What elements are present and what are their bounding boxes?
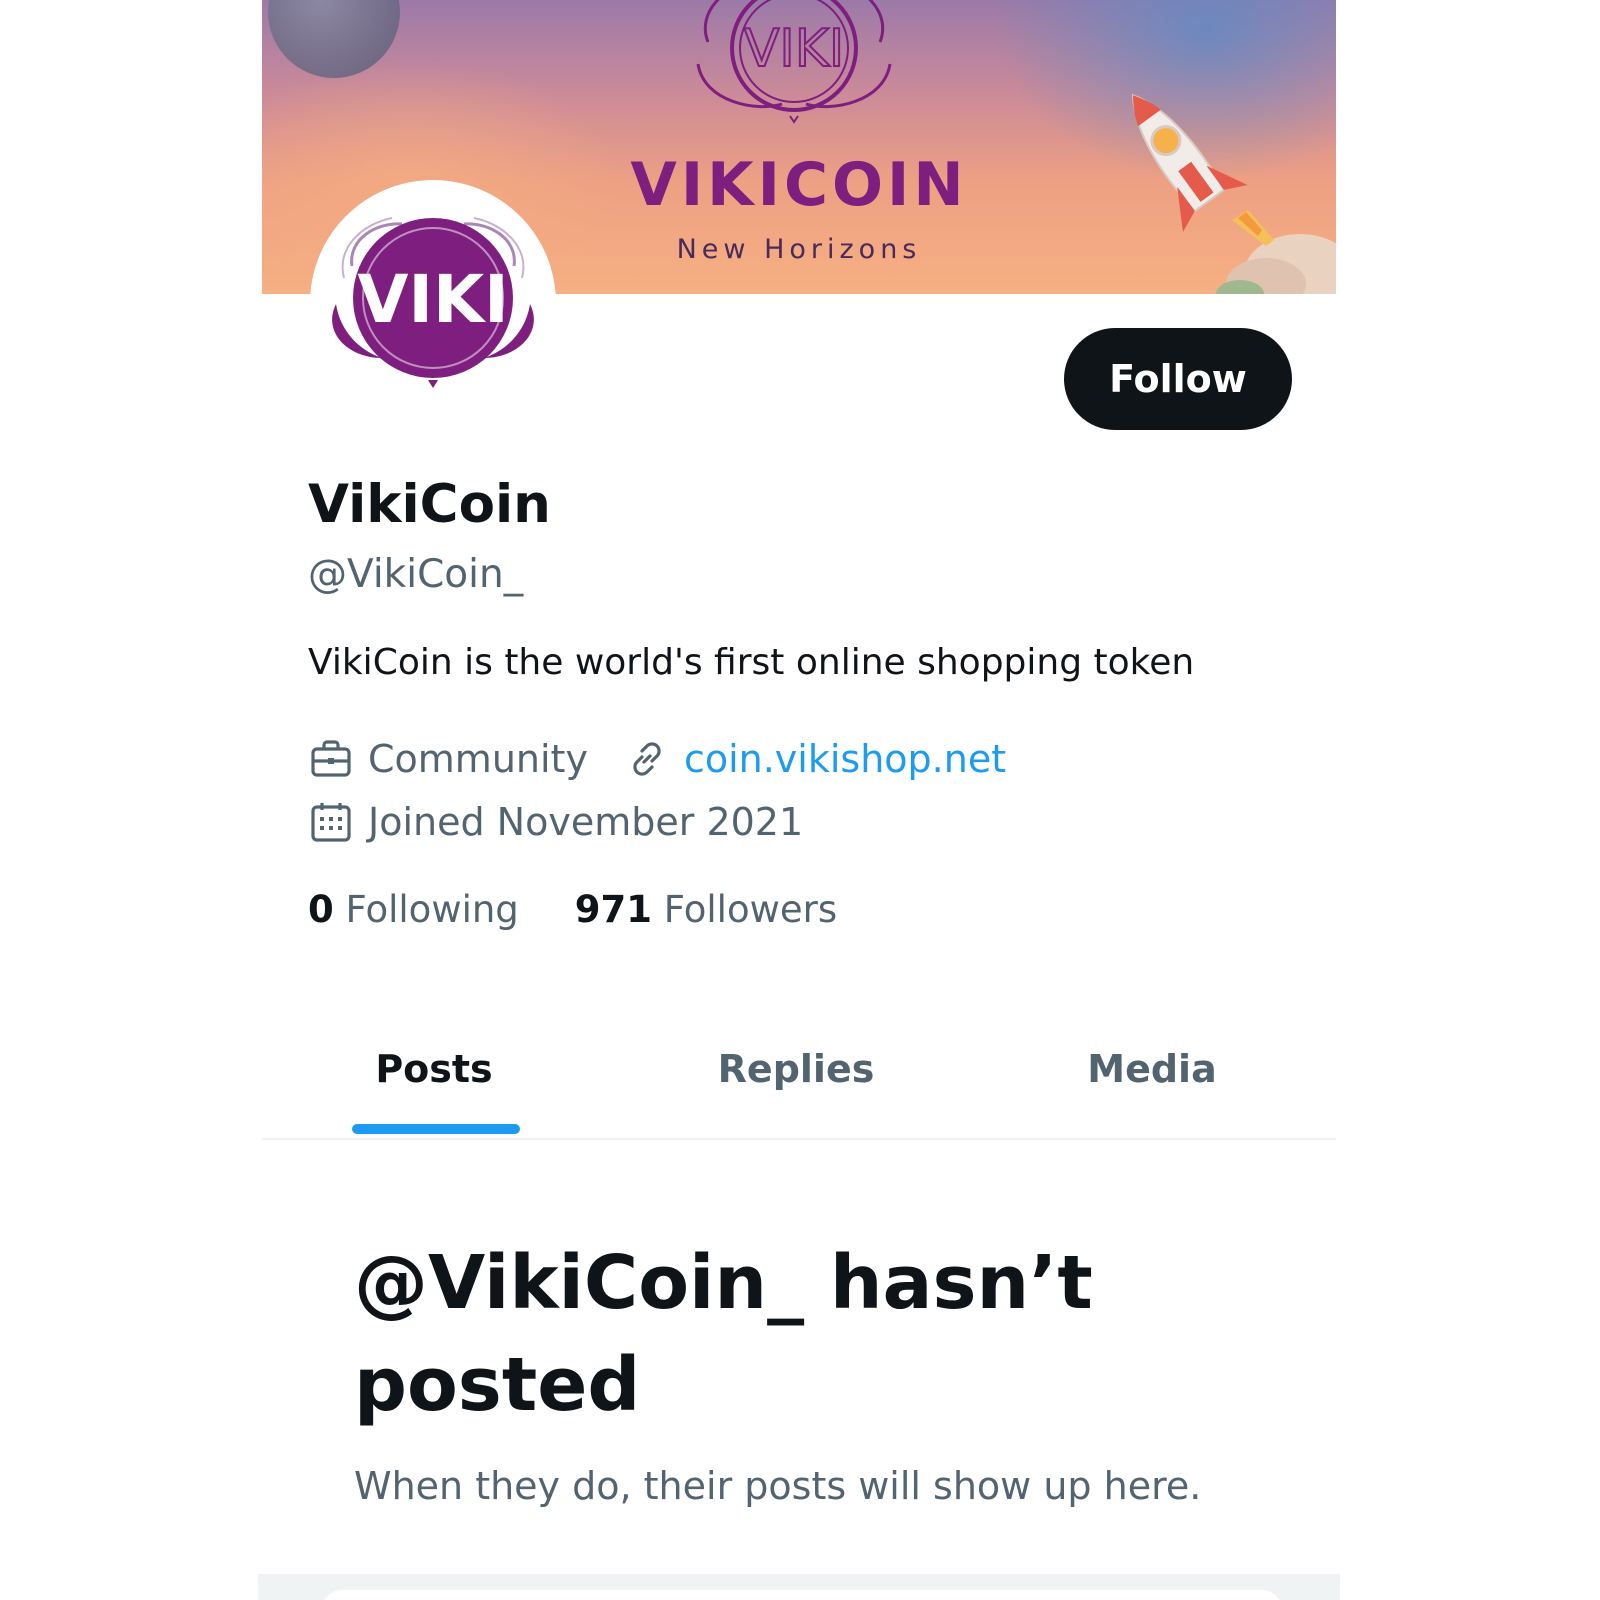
next-card-edge <box>322 1590 1282 1600</box>
profile-column: VIKI VIKICOIN New Horizons VIKI Follow V… <box>258 0 1340 1600</box>
following-label: Following <box>345 888 519 931</box>
page: VIKI VIKICOIN New Horizons VIKI Follow V… <box>0 0 1600 1600</box>
profile-tabs: Posts Replies Media <box>262 1000 1336 1140</box>
tab-replies[interactable]: Replies <box>686 1000 906 1138</box>
user-handle: @VikiCoin_ <box>308 552 524 597</box>
active-tab-indicator <box>352 1124 520 1134</box>
display-name: VikiCoin <box>308 474 551 535</box>
briefcase-icon <box>308 736 354 782</box>
empty-state-title: @VikiCoin_ hasn’t posted <box>354 1240 1093 1428</box>
tab-media[interactable]: Media <box>1042 1000 1262 1138</box>
followers-label: Followers <box>663 888 838 931</box>
followers-count-link[interactable]: 971 Followers <box>575 888 837 931</box>
following-count: 0 <box>308 888 334 931</box>
calendar-icon <box>308 799 354 845</box>
profile-category: Community <box>368 737 588 781</box>
following-count-link[interactable]: 0 Following <box>308 888 519 931</box>
banner-emblem-logo: VIKI <box>696 0 892 124</box>
link-icon <box>624 736 670 782</box>
follow-counts: 0 Following 971 Followers <box>308 888 837 931</box>
empty-state-subtitle: When they do, their posts will show up h… <box>354 1464 1202 1508</box>
vikicoin-logo-icon: VIKI <box>332 217 534 388</box>
profile-meta-row: Community coin.vikishop.net <box>308 732 1006 786</box>
profile-meta-row: Joined November 2021 <box>308 795 803 849</box>
profile-bio: VikiCoin is the world's first online sho… <box>308 642 1195 683</box>
rocket-graphic <box>1131 93 1336 294</box>
website-link[interactable]: coin.vikishop.net <box>684 737 1006 781</box>
follow-button[interactable]: Follow <box>1064 328 1292 430</box>
joined-date: Joined November 2021 <box>368 800 804 844</box>
tab-posts[interactable]: Posts <box>348 1000 520 1138</box>
followers-count: 971 <box>574 888 653 931</box>
banner-emblem-text: VIKI <box>744 19 844 79</box>
profile-avatar[interactable]: VIKI <box>310 180 556 426</box>
avatar-text: VIKI <box>357 261 508 338</box>
